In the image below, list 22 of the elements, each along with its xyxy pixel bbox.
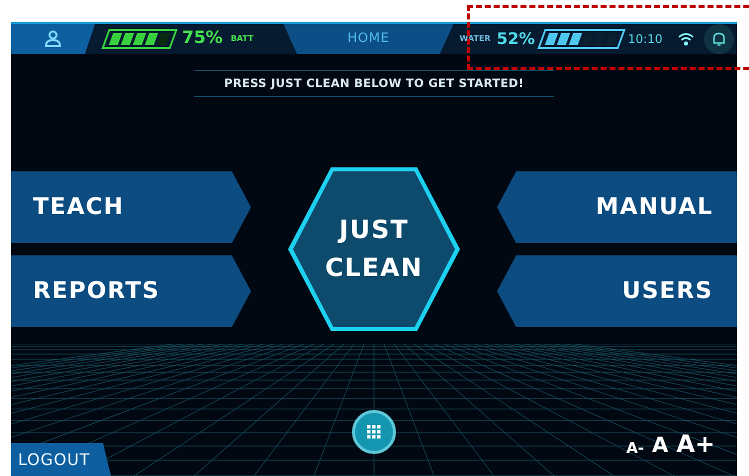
bell-icon [712,32,726,46]
battery-label: BATT [230,33,254,45]
font-size-button[interactable]: A- [626,441,644,456]
profile-button[interactable] [11,24,95,54]
font-size-button[interactable]: A+ [676,432,715,456]
user-icon [44,30,62,48]
notification-button[interactable] [704,24,734,54]
font-size-button[interactable]: A [652,435,668,456]
water-label: WATER [459,33,491,45]
water-percent: 52% [496,28,535,50]
menu-button[interactable]: TEACH [11,171,251,244]
apps-button[interactable] [352,410,396,454]
hint-banner: PRESS JUST CLEAN BELOW TO GET STARTED! [194,70,554,98]
battery-percent: 75% [182,27,223,50]
wifi-icon [678,32,694,46]
logout-button[interactable]: LOGOUT [11,443,111,476]
clock-time: 10:10 [628,31,662,48]
menu-button[interactable]: REPORTS [11,255,251,328]
menu-button[interactable]: MANUAL [497,171,737,244]
grid-icon [367,425,381,439]
menu-button[interactable]: USERS [497,255,737,328]
home-tab[interactable]: HOME [283,24,454,54]
